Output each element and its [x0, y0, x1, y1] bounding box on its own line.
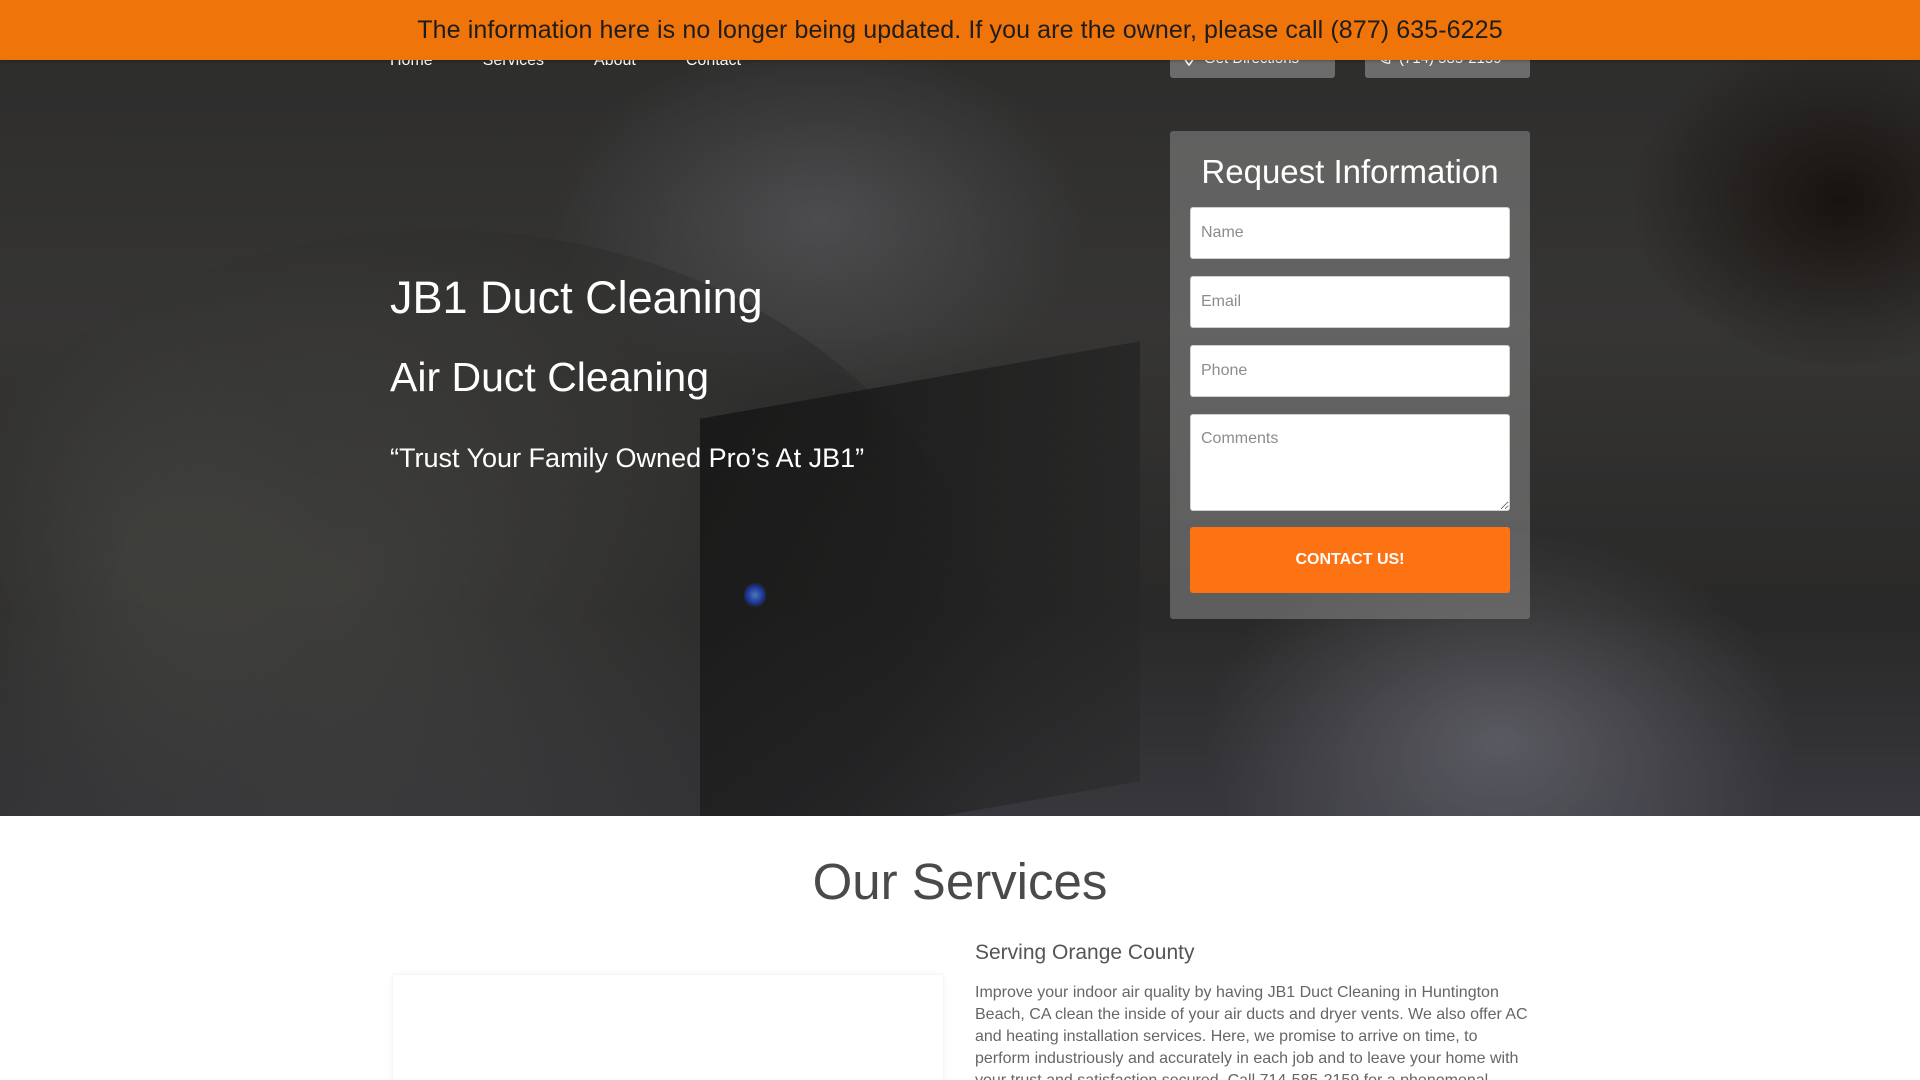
contact-us-button[interactable]: CONTACT US!: [1190, 527, 1510, 593]
hero-section: Home Services About Contact Get Directio…: [0, 0, 1920, 816]
form-title: Request Information: [1201, 153, 1499, 190]
services-title: Our Services: [812, 853, 1108, 910]
request-info-form: Request Information CONTACT US!: [1170, 131, 1530, 619]
comments-field[interactable]: [1190, 414, 1510, 511]
hero-title: JB1 Duct Cleaning: [390, 272, 763, 323]
owner-notice-bar: The information here is no longer being …: [0, 0, 1920, 60]
hero-tagline: “Trust Your Family Owned Pro’s At JB1”: [390, 443, 865, 473]
owner-notice-text: The information here is no longer being …: [417, 15, 1503, 44]
hero-text: JB1 Duct Cleaning Air Duct Cleaning “Tru…: [390, 272, 864, 474]
email-field[interactable]: [1190, 276, 1510, 328]
service-image: [393, 975, 943, 1080]
services-subtitle: Serving Orange County: [975, 941, 1195, 964]
hero-subtitle: Air Duct Cleaning: [390, 354, 710, 400]
hero-overlay: [0, 0, 1920, 816]
name-field[interactable]: [1190, 207, 1510, 259]
services-description: Improve your indoor air quality by havin…: [975, 984, 1528, 1080]
phone-field[interactable]: [1190, 345, 1510, 397]
